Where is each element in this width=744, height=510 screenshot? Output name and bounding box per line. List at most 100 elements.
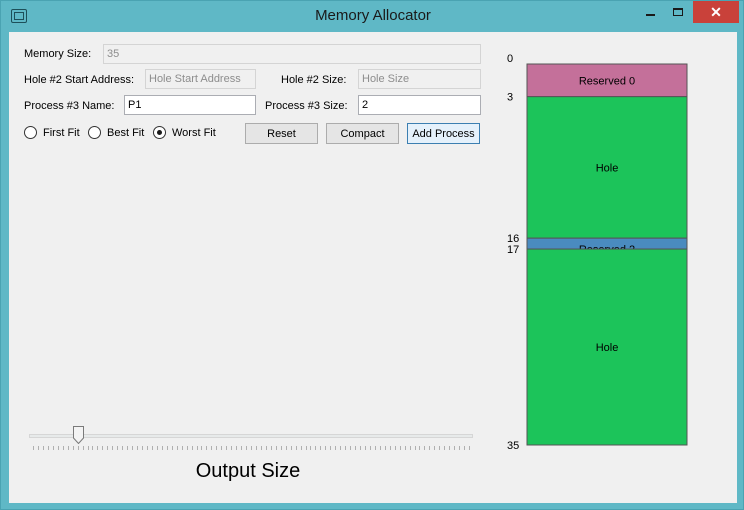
slider-tick xyxy=(112,446,114,450)
slider-tick xyxy=(439,446,441,450)
slider-tick xyxy=(57,446,59,450)
slider-tick xyxy=(285,446,287,450)
slider-tick xyxy=(47,446,49,450)
slider-tick xyxy=(236,446,238,450)
slider-tick xyxy=(97,446,99,450)
slider-tick xyxy=(231,446,233,450)
slider-tick xyxy=(42,446,44,450)
slider-tick xyxy=(335,446,337,450)
slider-tick xyxy=(424,446,426,450)
maximize-button[interactable] xyxy=(665,1,691,23)
slider-tick xyxy=(305,446,307,450)
output-size-slider-track[interactable] xyxy=(29,434,473,438)
radio-first-fit-circle[interactable] xyxy=(24,126,37,139)
slider-tick xyxy=(33,446,34,450)
output-size-label: Output Size xyxy=(195,460,301,482)
process-name-label: Process #3 Name: xyxy=(24,100,115,112)
slider-tick xyxy=(201,446,203,450)
slider-tick xyxy=(275,446,277,450)
slider-tick xyxy=(186,446,188,450)
memory-map: Reserved 0HoleReserved 2Hole03161735 xyxy=(507,53,688,452)
slider-tick xyxy=(176,446,178,450)
slider-tick xyxy=(315,446,317,450)
close-icon: ✕ xyxy=(710,3,722,20)
radio-first-fit[interactable]: First Fit xyxy=(24,126,80,139)
slider-tick xyxy=(300,446,302,450)
output-size-slider-thumb[interactable] xyxy=(73,426,84,444)
slider-tick xyxy=(434,446,436,450)
slider-tick xyxy=(389,446,391,450)
slider-tick xyxy=(166,446,168,450)
slider-tick xyxy=(345,446,347,450)
slider-tick xyxy=(127,446,129,450)
title-bar[interactable]: Memory Allocator ✕ xyxy=(1,1,744,32)
hole-size-field[interactable] xyxy=(358,69,481,89)
slider-tick xyxy=(290,446,292,450)
slider-tick xyxy=(171,446,173,450)
minimize-button[interactable] xyxy=(637,1,663,23)
slider-tick xyxy=(449,446,451,450)
address-label: 17 xyxy=(507,244,519,256)
slider-tick xyxy=(241,446,243,450)
slider-tick xyxy=(325,446,327,450)
add-process-button[interactable]: Add Process xyxy=(407,123,480,144)
slider-tick xyxy=(67,446,69,450)
slider-tick xyxy=(107,446,109,450)
slider-tick xyxy=(260,446,262,450)
slider-tick xyxy=(350,446,352,450)
slider-tick xyxy=(384,446,386,450)
radio-best-fit[interactable]: Best Fit xyxy=(88,126,144,139)
app-window: Memory Allocator ✕ Memory Size: Hole #2 … xyxy=(0,0,744,510)
hole-start-label: Hole #2 Start Address: xyxy=(24,74,135,86)
client-area: Memory Size: Hole #2 Start Address: Hole… xyxy=(9,32,737,503)
reset-button[interactable]: Reset xyxy=(245,123,318,144)
hole-start-field[interactable] xyxy=(145,69,256,89)
slider-tick xyxy=(340,446,342,450)
slider-tick xyxy=(310,446,312,450)
slider-tick xyxy=(156,446,158,450)
radio-worst-fit-circle[interactable] xyxy=(153,126,166,139)
slider-tick xyxy=(246,446,248,450)
memory-size-field[interactable] xyxy=(103,44,481,64)
slider-tick xyxy=(404,446,406,450)
slider-tick xyxy=(419,446,421,450)
slider-tick xyxy=(270,446,272,450)
slider-tick xyxy=(459,446,461,450)
address-label: 3 xyxy=(507,92,513,104)
slider-tick xyxy=(151,446,153,450)
hole-size-label: Hole #2 Size: xyxy=(281,74,347,86)
slider-tick xyxy=(414,446,416,450)
slider-tick xyxy=(191,446,193,450)
slider-tick xyxy=(444,446,446,450)
slider-tick xyxy=(255,446,257,450)
slider-tick xyxy=(52,446,54,450)
memory-block-label: Hole xyxy=(596,162,619,174)
slider-tick xyxy=(146,446,148,450)
slider-tick xyxy=(355,446,357,450)
slider-tick xyxy=(137,446,139,450)
slider-tick xyxy=(62,446,64,450)
compact-button[interactable]: Compact xyxy=(326,123,399,144)
process-size-field[interactable] xyxy=(358,95,481,115)
slider-tick xyxy=(469,446,470,450)
radio-worst-fit[interactable]: Worst Fit xyxy=(153,126,216,139)
slider-tick xyxy=(369,446,371,450)
close-button[interactable]: ✕ xyxy=(693,1,739,23)
radio-best-fit-circle[interactable] xyxy=(88,126,101,139)
slider-tick xyxy=(132,446,134,450)
slider-tick xyxy=(72,446,74,450)
slider-tick xyxy=(429,446,431,450)
slider-tick xyxy=(320,446,322,450)
slider-tick xyxy=(216,446,218,450)
radio-worst-fit-label: Worst Fit xyxy=(172,126,216,139)
slider-tick xyxy=(295,446,297,450)
slider-tick xyxy=(206,446,208,450)
address-label: 35 xyxy=(507,440,519,452)
maximize-icon xyxy=(673,8,683,16)
process-size-label: Process #3 Size: xyxy=(265,100,348,112)
slider-tick xyxy=(37,446,39,450)
slider-tick xyxy=(211,446,213,450)
slider-tick xyxy=(399,446,401,450)
slider-tick xyxy=(117,446,119,450)
process-name-field[interactable] xyxy=(124,95,256,115)
